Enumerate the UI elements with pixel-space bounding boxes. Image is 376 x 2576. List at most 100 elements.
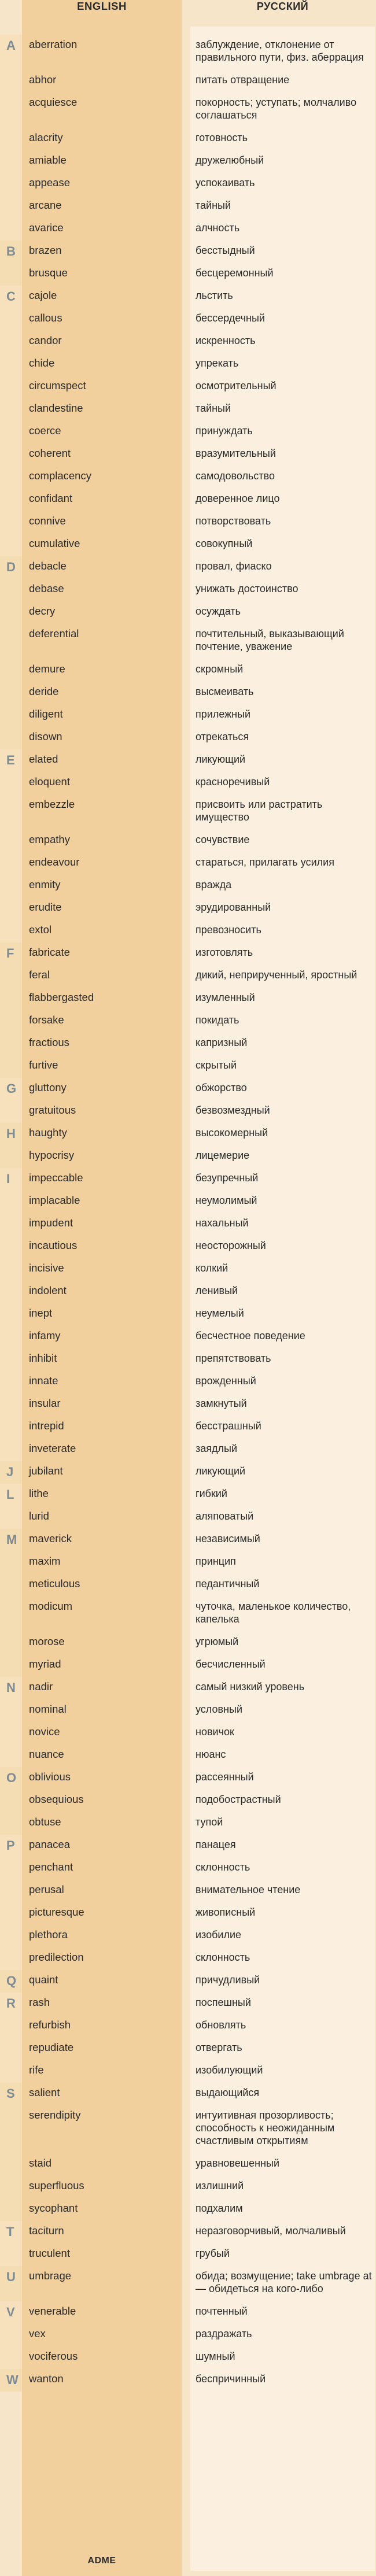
- english-word: intrepid: [29, 1420, 64, 1432]
- russian-translation: угрюмый: [196, 1636, 239, 1647]
- russian-translation: бессердечный: [196, 312, 265, 324]
- english-word: impudent: [29, 1217, 73, 1229]
- russian-translation: заблуждение, отклонение от правильного п…: [196, 39, 364, 63]
- english-word: infamy: [29, 1329, 61, 1341]
- table-row: extol превозносить: [0, 920, 376, 943]
- english-word: forsake: [29, 1014, 64, 1026]
- english-word: implacable: [29, 1194, 80, 1206]
- russian-translation: гибкий: [196, 1488, 227, 1499]
- english-word: erudite: [29, 901, 62, 913]
- table-row: chide упрекать: [0, 353, 376, 376]
- english-word: nominal: [29, 1703, 67, 1715]
- english-word: wanton: [29, 2372, 64, 2385]
- english-word: truculent: [29, 2247, 70, 2259]
- table-row: sycophant подхалим: [0, 2198, 376, 2221]
- russian-translation: скрытый: [196, 1059, 237, 1071]
- table-row: debase унижать достоинство: [0, 579, 376, 601]
- english-word: appease: [29, 176, 70, 189]
- table-row: impudent нахальный: [0, 1213, 376, 1236]
- english-word: salient: [29, 2086, 60, 2098]
- english-word: avarice: [29, 221, 64, 234]
- russian-translation: самый низкий уровень: [196, 1681, 305, 1692]
- russian-translation: покидать: [196, 1014, 239, 1026]
- russian-header: РУССКИЙ: [256, 1, 309, 12]
- letter-group: Ddebacle провал, фиаско debase унижать дост…: [0, 556, 376, 749]
- english-word: umbrage: [29, 2270, 72, 2282]
- russian-translation: доверенное лицо: [196, 493, 280, 504]
- table-row: salient выдающийся: [0, 2083, 376, 2105]
- english-word: serendipity: [29, 2109, 81, 2121]
- table-row: nominal условный: [0, 1699, 376, 1722]
- english-word: alacrity: [29, 131, 63, 143]
- table-row: nuance нюанс: [0, 1745, 376, 1767]
- table-row: brazen бесстыдный: [0, 241, 376, 263]
- table-row: innate врожденный: [0, 1371, 376, 1394]
- russian-translation: безвозмездный: [196, 1104, 270, 1116]
- russian-translation: провал, фиаско: [196, 560, 272, 572]
- russian-translation: прилежный: [196, 708, 251, 720]
- english-word: modicum: [29, 1600, 73, 1612]
- letter-group: Wwanton беспричинный: [0, 2369, 376, 2392]
- table-row: vociferous шумный: [0, 2346, 376, 2369]
- table-row: flabbergasted изумленный: [0, 988, 376, 1010]
- table-row: panacea панацея: [0, 1835, 376, 1857]
- russian-translation: неразговорчивый, молчаливый: [196, 2225, 346, 2237]
- table-row: complacency самодовольство: [0, 466, 376, 489]
- english-word: refurbish: [29, 2019, 71, 2031]
- russian-translation: новичок: [196, 1726, 234, 1738]
- english-word: repudiate: [29, 2041, 74, 2053]
- russian-translation: подобострастный: [196, 1794, 281, 1805]
- english-word: gratuitous: [29, 1104, 76, 1116]
- table-row: furtive скрытый: [0, 1055, 376, 1078]
- english-word: acquiesce: [29, 96, 78, 108]
- table-row: demure скромный: [0, 659, 376, 682]
- vocabulary-sheet: ENGLISH РУССКИЙ Aaberration заблуждение, …: [0, 0, 376, 2576]
- english-word: meticulous: [29, 1577, 80, 1590]
- table-row: circumspect осмотрительный: [0, 376, 376, 398]
- table-row: cajole льстить: [0, 286, 376, 308]
- english-word: perusal: [29, 1883, 64, 1895]
- letter-group: Eelated ликующий eloquent красноречивый embe…: [0, 749, 376, 943]
- russian-translation: причудливый: [196, 1974, 260, 1986]
- english-word: quaint: [29, 1973, 58, 1986]
- russian-translation: рассеянный: [196, 1771, 254, 1783]
- russian-translation: изумленный: [196, 992, 255, 1003]
- table-row: confidant доверенное лицо: [0, 489, 376, 511]
- russian-translation: дикий, неприрученный, яростный: [196, 969, 357, 981]
- english-word: superfluous: [29, 2179, 84, 2191]
- table-row: lurid аляповатый: [0, 1506, 376, 1529]
- russian-translation: отрекаться: [196, 731, 249, 742]
- russian-translation: сочувствие: [196, 834, 250, 845]
- russian-translation: неумолимый: [196, 1195, 257, 1206]
- table-row: decry осуждать: [0, 601, 376, 624]
- russian-translation: тупой: [196, 1816, 223, 1828]
- table-row: infamy бесчестное поведение: [0, 1326, 376, 1348]
- russian-translation: излишний: [196, 2180, 244, 2191]
- russian-translation: льстить: [196, 290, 233, 301]
- table-row: serendipity интуитивная прозорливость; сп…: [0, 2105, 376, 2153]
- table-row: aberration заблуждение, отклонение от пра…: [0, 35, 376, 70]
- table-row: callous бессердечный: [0, 308, 376, 331]
- russian-translation: бесчестное поведение: [196, 1330, 305, 1341]
- table-row: amiable дружелюбный: [0, 150, 376, 173]
- russian-translation: скромный: [196, 663, 244, 675]
- russian-translation: обжорство: [196, 1082, 247, 1093]
- russian-translation: изобилующий: [196, 2064, 263, 2076]
- russian-translation: интуитивная прозорливость; способность к…: [196, 2109, 335, 2146]
- table-row: predilection склонность: [0, 1947, 376, 1970]
- letter-group: Ccajole льстить callous бессердечный candor и…: [0, 286, 376, 556]
- english-word: furtive: [29, 1059, 58, 1071]
- table-row: staid уравновешенный: [0, 2153, 376, 2176]
- english-word: eloquent: [29, 775, 70, 788]
- english-word: indolent: [29, 1284, 67, 1296]
- letter-group: Qquaint причудливый: [0, 1970, 376, 1993]
- russian-translation: тайный: [196, 402, 231, 414]
- russian-translation: ликующий: [196, 753, 246, 765]
- russian-translation: искренность: [196, 335, 256, 346]
- footer-logo: ADME: [87, 2556, 116, 2566]
- table-row: lithe гибкий: [0, 1484, 376, 1506]
- english-word: haughty: [29, 1126, 67, 1139]
- english-word: rife: [29, 2064, 44, 2076]
- table-row: gluttony обжорство: [0, 1078, 376, 1100]
- english-word: staid: [29, 2157, 52, 2169]
